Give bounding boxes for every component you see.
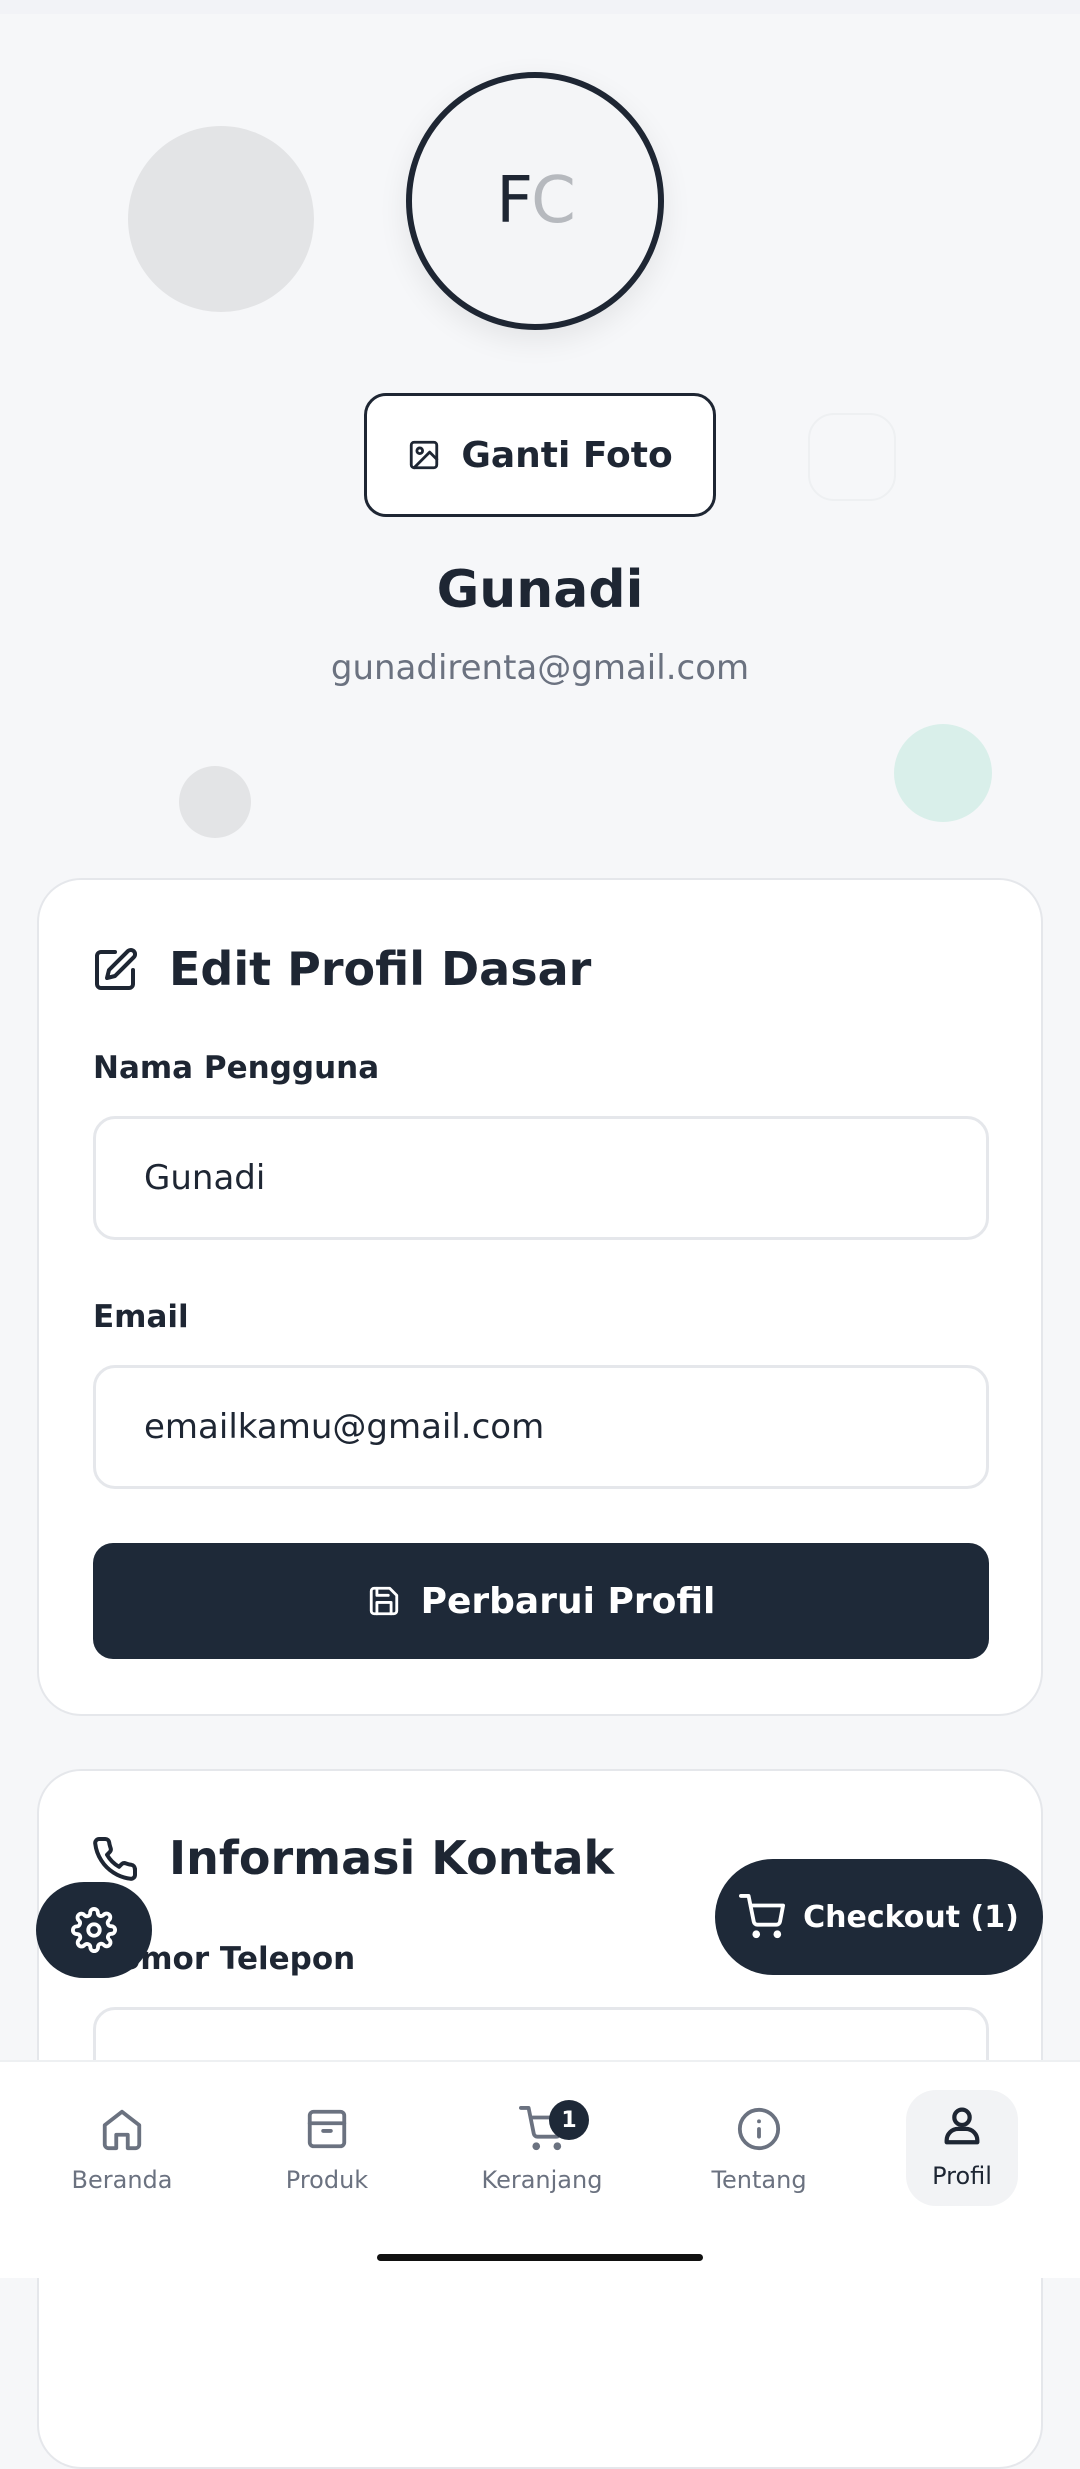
nav-item-profil[interactable]: Profil	[906, 2090, 1018, 2206]
profile-email: gunadirenta@gmail.com	[330, 648, 750, 688]
gear-icon	[71, 1907, 117, 1953]
user-icon	[944, 2107, 980, 2145]
decor-circle	[128, 126, 314, 312]
profile-avatar: FC	[406, 72, 664, 330]
status-bar-strip	[0, 0, 1080, 14]
nav-label: Profil	[932, 2162, 992, 2190]
update-profile-button[interactable]: Perbarui Profil	[93, 1543, 989, 1659]
username-label: Nama Pengguna	[93, 1050, 380, 1086]
decor-ring	[808, 413, 896, 501]
save-icon	[369, 1586, 398, 1616]
settings-button[interactable]	[36, 1882, 152, 1978]
decor-circle	[894, 724, 992, 822]
nav-label: Keranjang	[481, 2166, 603, 2194]
nav-label: Beranda	[71, 2166, 173, 2194]
update-profile-label: Perbarui Profil	[420, 1580, 716, 1622]
nav-label: Produk	[285, 2166, 369, 2194]
image-icon	[410, 440, 439, 470]
info-icon	[737, 2107, 781, 2151]
nav-item-beranda[interactable]: Beranda	[47, 2094, 197, 2214]
nav-item-keranjang[interactable]: Keranjang 1	[467, 2094, 617, 2214]
change-photo-label: Ganti Foto	[461, 434, 673, 476]
checkout-label: Checkout (1)	[803, 1899, 1019, 1935]
decor-circle	[179, 766, 251, 838]
nav-label: Tentang	[711, 2166, 807, 2194]
home-indicator	[377, 2254, 703, 2261]
edit-basic-profile-card: Edit Profil Dasar Nama Pengguna Gunadi E…	[37, 878, 1043, 1716]
edit-icon	[95, 947, 138, 990]
box-icon	[307, 2109, 347, 2149]
home-icon	[102, 2109, 142, 2151]
cart-badge: 1	[549, 2100, 589, 2140]
checkout-button[interactable]: Checkout (1)	[715, 1859, 1043, 1975]
profile-name: Gunadi	[436, 560, 644, 620]
change-photo-button[interactable]: Ganti Foto	[364, 393, 716, 517]
phone-icon	[93, 1836, 138, 1881]
card-title: Informasi Kontak	[169, 1831, 615, 1885]
nav-item-tentang[interactable]: Tentang	[684, 2094, 834, 2214]
card-title: Edit Profil Dasar	[169, 942, 592, 996]
email-input[interactable]: emailkamu@gmail.com	[93, 1365, 989, 1489]
bottom-navigation: Beranda Produk Keranjang 1 Tentang Profi…	[0, 2060, 1080, 2278]
avatar-initials: FC	[496, 164, 575, 238]
nav-item-produk[interactable]: Produk	[252, 2094, 402, 2214]
cart-icon	[739, 1894, 786, 1939]
username-input[interactable]: Gunadi	[93, 1116, 989, 1240]
email-label: Email	[93, 1299, 189, 1335]
